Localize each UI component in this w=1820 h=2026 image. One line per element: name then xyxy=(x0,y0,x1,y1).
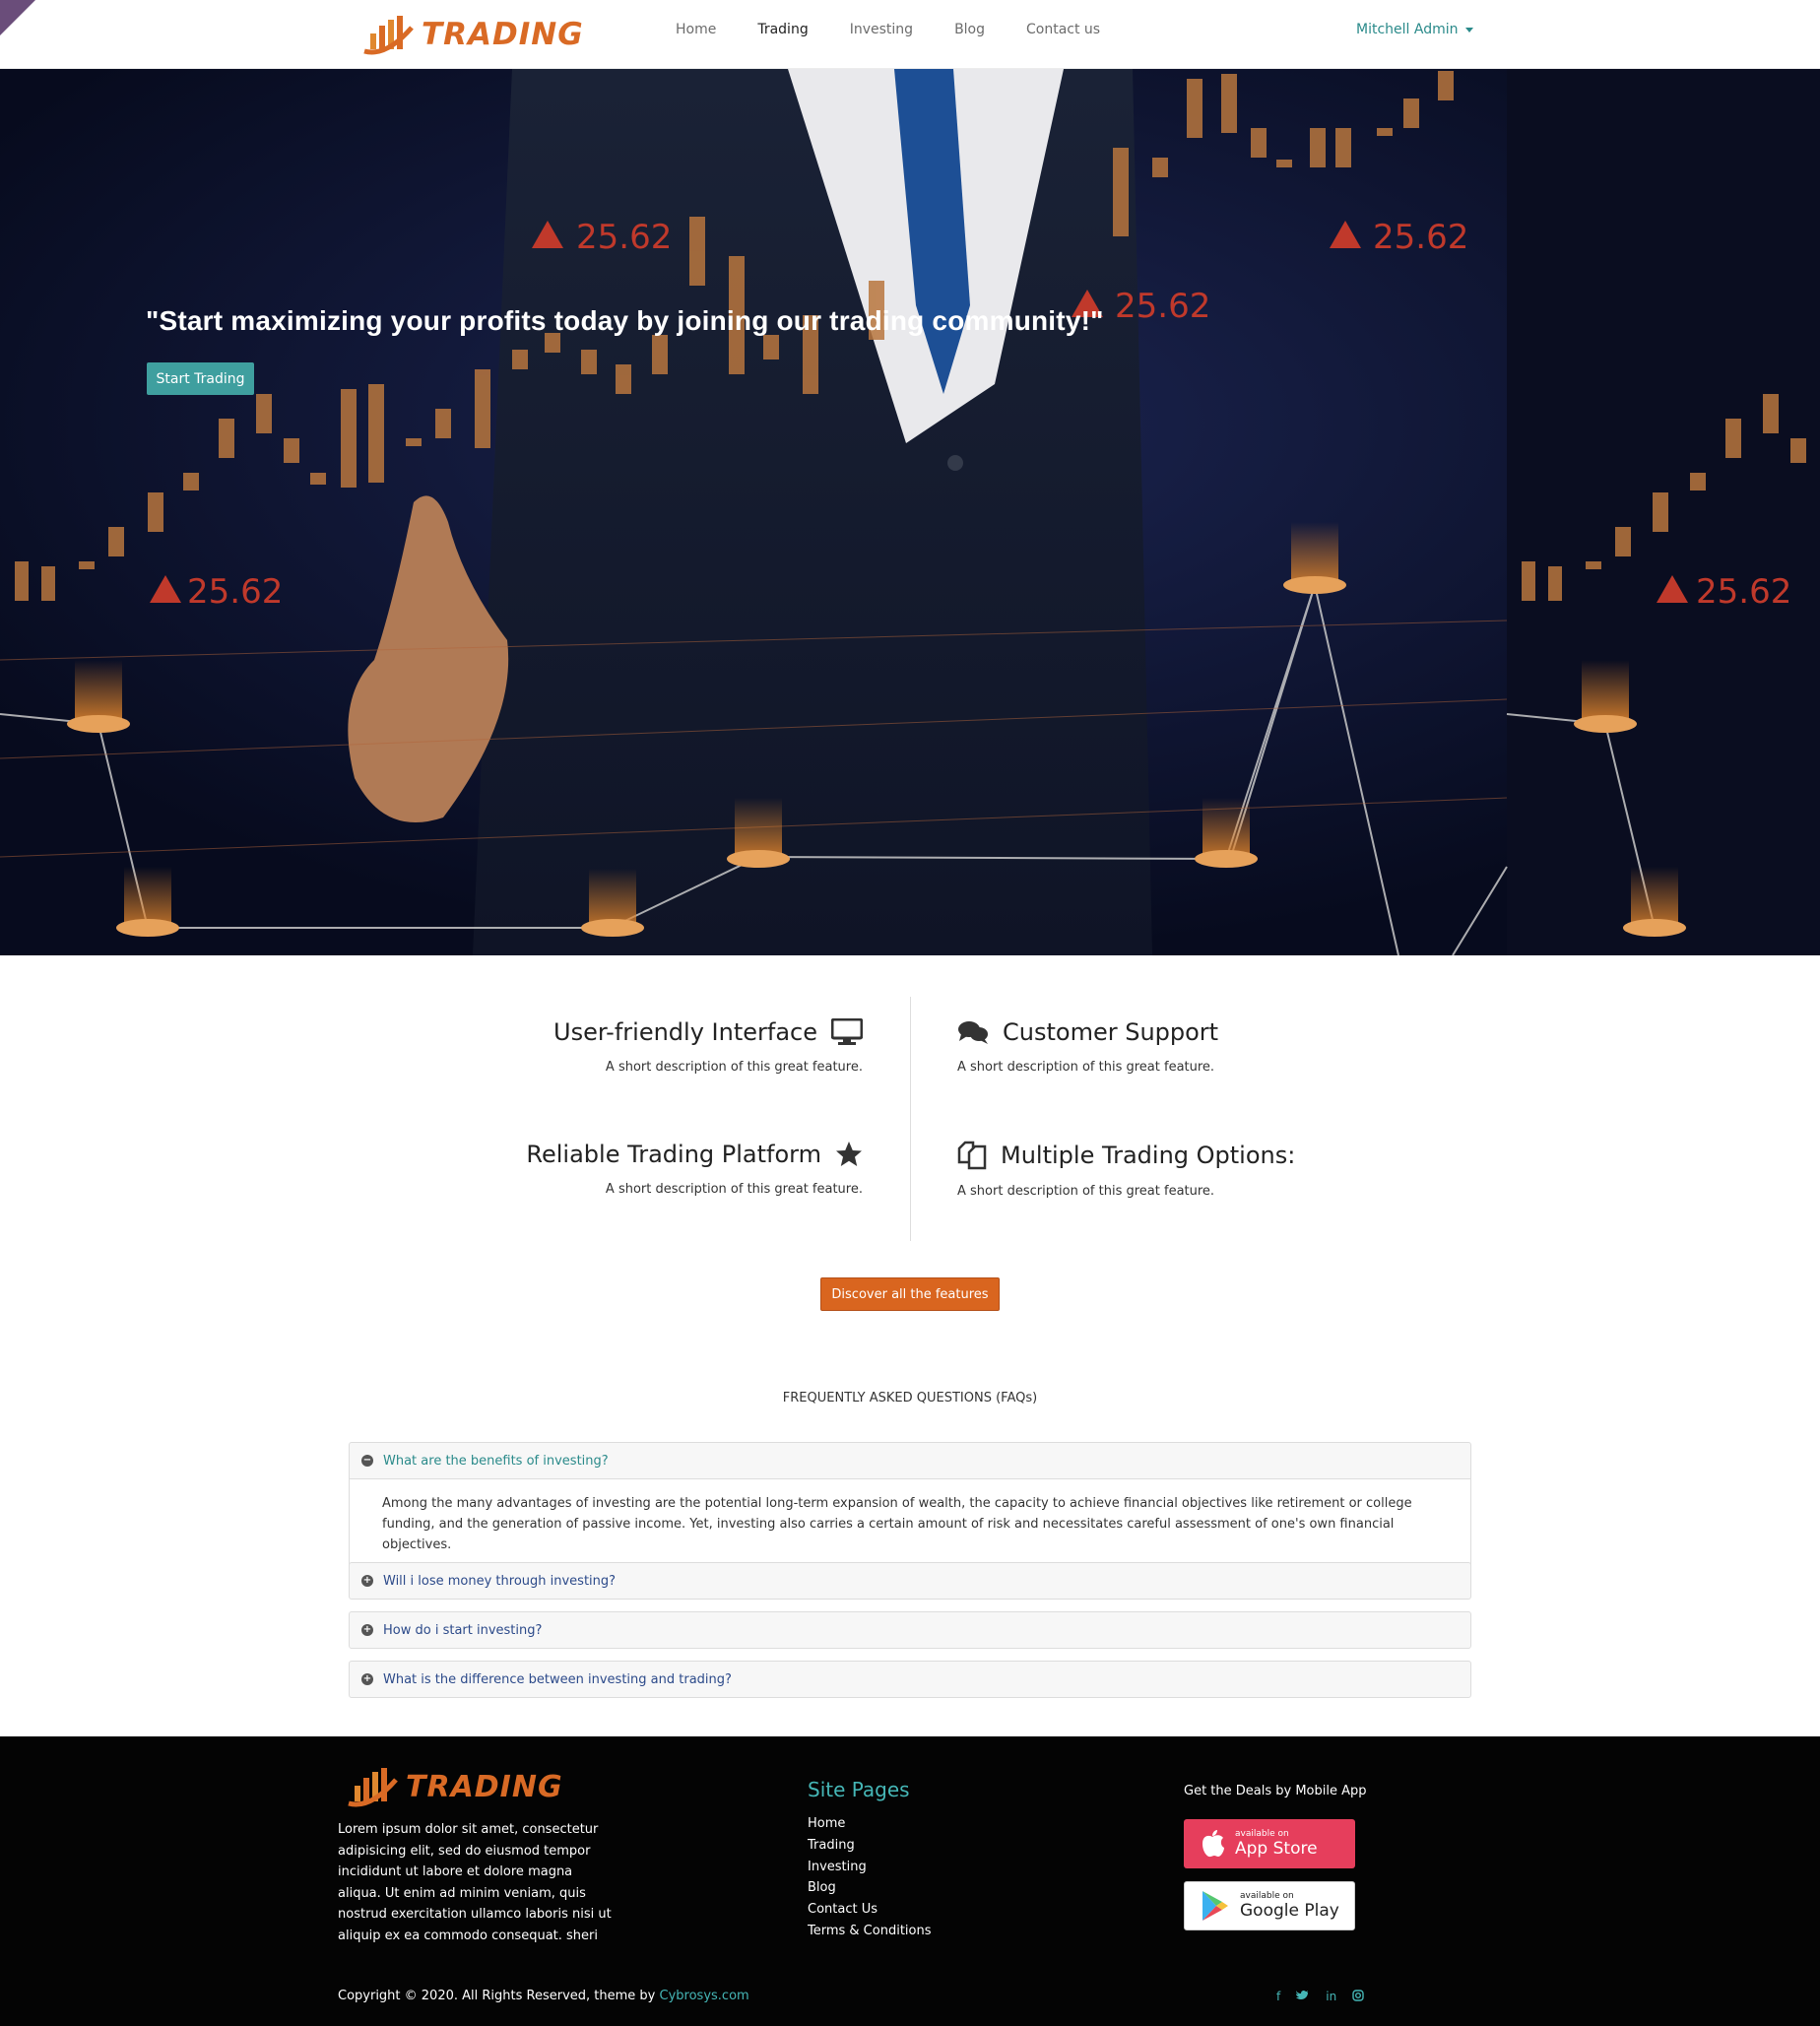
footer-description: Lorem ipsum dolor sit amet, consectetur … xyxy=(338,1822,612,1943)
feature-title: Multiple Trading Options: xyxy=(1001,1142,1296,1169)
start-trading-button[interactable]: Start Trading xyxy=(147,362,254,395)
chart-logo-icon xyxy=(348,1768,398,1807)
apple-icon xyxy=(1202,1830,1224,1858)
footer-link-home[interactable]: Home xyxy=(808,1813,932,1835)
nav-item-contact[interactable]: Contact us xyxy=(1026,22,1100,37)
google-play-small: available on xyxy=(1240,1891,1294,1901)
hero-quote: "Start maximizing your profits today by … xyxy=(146,305,1104,336)
faq-answer: Among the many advantages of investing a… xyxy=(350,1478,1470,1571)
nav-item-blog[interactable]: Blog xyxy=(954,22,985,37)
faq-title: FREQUENTLY ASKED QUESTIONS (FAQs) xyxy=(782,1391,1038,1405)
faq-question-text: How do i start investing? xyxy=(383,1622,543,1638)
footer-link-blog[interactable]: Blog xyxy=(808,1877,932,1899)
feature-reliable-platform: Reliable Trading Platform A short descri… xyxy=(473,1141,863,1197)
faq-question[interactable]: − What are the benefits of investing? xyxy=(350,1443,1470,1478)
feature-title: Reliable Trading Platform xyxy=(526,1141,821,1168)
feature-desc: A short description of this great featur… xyxy=(605,1060,863,1075)
navbar: TRADING Home Trading Investing Blog Cont… xyxy=(0,0,1820,69)
brand-name: TRADING xyxy=(406,1769,563,1804)
price-tag-2: 25.62 xyxy=(187,572,283,612)
google-play-icon xyxy=(1202,1891,1228,1921)
site-pages-title: Site Pages xyxy=(808,1778,910,1801)
faq-question[interactable]: + What is the difference between investi… xyxy=(350,1662,1470,1697)
copyright-text: Copyright © 2020. All Rights Reserved, t… xyxy=(338,1989,656,2003)
plus-circle-icon: + xyxy=(361,1624,373,1636)
features-divider xyxy=(910,997,911,1241)
footer-link-investing[interactable]: Investing xyxy=(808,1857,932,1878)
feature-user-friendly: User-friendly Interface A short descript… xyxy=(473,1018,863,1075)
main-menu: Home Trading Investing Blog Contact us xyxy=(676,22,1100,37)
feature-desc: A short description of this great featur… xyxy=(957,1060,1215,1075)
footer: TRADING Lorem ipsum dolor sit amet, cons… xyxy=(0,1736,1820,2026)
plus-circle-icon: + xyxy=(361,1575,373,1587)
footer-logo[interactable]: TRADING xyxy=(347,1766,563,1807)
feature-desc: A short description of this great featur… xyxy=(957,1184,1215,1199)
site-pages-list: Home Trading Investing Blog Contact Us T… xyxy=(808,1813,932,1942)
plus-circle-icon: + xyxy=(361,1673,373,1685)
copy-icon xyxy=(957,1141,987,1170)
deals-title: Get the Deals by Mobile App xyxy=(1184,1784,1367,1798)
monitor-icon xyxy=(831,1018,863,1045)
linkedin-icon[interactable]: in xyxy=(1326,1990,1336,2003)
user-name: Mitchell Admin xyxy=(1356,22,1459,37)
hero-background-image: 25.62 25.62 25.62 25.62 25.62 xyxy=(0,69,1820,955)
price-tag-3: 25.62 xyxy=(1115,287,1210,326)
nav-item-investing[interactable]: Investing xyxy=(850,22,913,37)
faq-question-text: What is the difference between investing… xyxy=(383,1671,732,1687)
faq-question[interactable]: + Will i lose money through investing? xyxy=(350,1563,1470,1599)
feature-title: Customer Support xyxy=(1003,1018,1219,1046)
discover-features-button[interactable]: Discover all the features xyxy=(820,1277,1000,1311)
app-store-label: App Store xyxy=(1235,1839,1318,1859)
page: TRADING Home Trading Investing Blog Cont… xyxy=(0,0,1820,2026)
chart-logo-icon xyxy=(363,16,414,55)
google-play-label: Google Play xyxy=(1240,1901,1339,1921)
hero-banner: 25.62 25.62 25.62 25.62 25.62 "Start max… xyxy=(0,69,1820,955)
copyright: Copyright © 2020. All Rights Reserved, t… xyxy=(338,1989,749,2003)
star-icon xyxy=(836,1142,862,1166)
app-store-button[interactable]: available on App Store xyxy=(1184,1819,1355,1868)
footer-link-trading[interactable]: Trading xyxy=(808,1835,932,1857)
edit-corner-badge[interactable] xyxy=(0,0,35,35)
price-tag-5: 25.62 xyxy=(1696,572,1791,612)
brand-name: TRADING xyxy=(422,17,584,52)
faq-question-text: Will i lose money through investing? xyxy=(383,1573,617,1589)
feature-desc: A short description of this great featur… xyxy=(605,1182,863,1197)
nav-item-home[interactable]: Home xyxy=(676,22,716,37)
nav-item-trading[interactable]: Trading xyxy=(757,22,808,37)
faq-item-1: − What are the benefits of investing? Am… xyxy=(349,1442,1471,1572)
comments-icon xyxy=(958,1021,988,1044)
user-menu[interactable]: Mitchell Admin xyxy=(1356,22,1473,37)
feature-title: User-friendly Interface xyxy=(553,1018,817,1046)
google-play-button[interactable]: available on Google Play xyxy=(1184,1881,1355,1930)
app-store-small: available on xyxy=(1235,1829,1289,1839)
faq-question[interactable]: + How do i start investing? xyxy=(350,1612,1470,1648)
cybrosys-link[interactable]: Cybrosys.com xyxy=(660,1989,749,2003)
faq-item-4: + What is the difference between investi… xyxy=(349,1661,1471,1698)
faq-item-2: + Will i lose money through investing? xyxy=(349,1562,1471,1600)
brand-logo[interactable]: TRADING xyxy=(362,12,584,57)
feature-multiple-options: Multiple Trading Options: A short descri… xyxy=(957,1141,1371,1199)
facebook-icon[interactable]: f xyxy=(1276,1990,1280,2003)
price-tag-1: 25.62 xyxy=(576,218,672,257)
instagram-icon[interactable] xyxy=(1352,1990,1364,2001)
price-tag-4: 25.62 xyxy=(1373,218,1468,257)
chevron-down-icon xyxy=(1464,27,1473,33)
minus-circle-icon: − xyxy=(361,1455,373,1467)
footer-link-terms[interactable]: Terms & Conditions xyxy=(808,1921,932,1942)
twitter-icon[interactable] xyxy=(1296,1990,1310,2001)
footer-link-contact[interactable]: Contact Us xyxy=(808,1899,932,1921)
social-links: f in xyxy=(1276,1990,1364,2003)
faq-question-text: What are the benefits of investing? xyxy=(383,1453,609,1469)
feature-customer-support: Customer Support A short description of … xyxy=(957,1018,1371,1075)
faq-item-3: + How do i start investing? xyxy=(349,1611,1471,1649)
